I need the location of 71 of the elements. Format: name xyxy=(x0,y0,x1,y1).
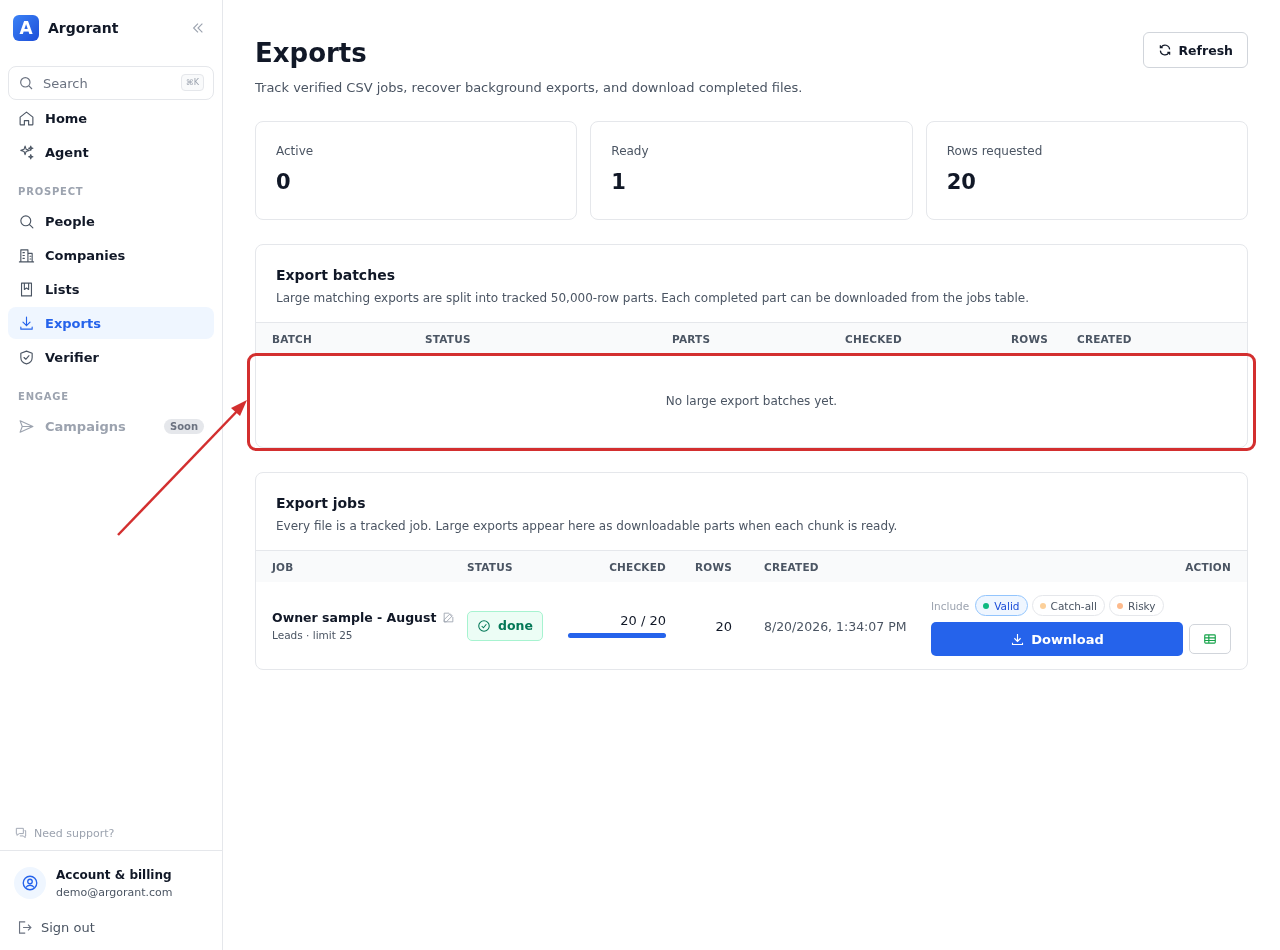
column-header: CHECKED xyxy=(608,560,666,573)
filter-chip[interactable]: Valid xyxy=(975,595,1028,616)
job-name: Owner sample - August xyxy=(272,610,437,625)
nav-icon xyxy=(18,246,35,264)
column-header: STATUS xyxy=(467,560,514,573)
logo-icon: A xyxy=(13,15,39,41)
stat-label: Active xyxy=(276,144,315,158)
nav-icon xyxy=(18,417,35,435)
edit-icon[interactable] xyxy=(442,611,456,624)
column-header: ACTION xyxy=(1184,560,1231,573)
column-header: CREATED xyxy=(763,560,820,573)
checked-count: 20 / 20 xyxy=(620,613,666,628)
section-heading: PROSPECT xyxy=(17,185,85,199)
sign-out-link[interactable]: Sign out xyxy=(8,909,214,942)
card-title: Export jobs xyxy=(276,495,367,511)
table-cell: 8/20/2026, 1:34:07 PM xyxy=(764,619,907,634)
column-header: CHECKED xyxy=(845,332,903,345)
download-icon xyxy=(1010,631,1026,647)
nav-item[interactable]: Lists xyxy=(8,273,214,305)
job-meta: Leads · limit 25 xyxy=(272,629,354,641)
card-description: Every file is a tracked job. Large exports appear here as downloadable parts when each chunk is ready. xyxy=(276,519,899,533)
empty-message: No large export batches yet. xyxy=(665,394,838,408)
filter-chip[interactable]: Risky xyxy=(1108,595,1164,616)
account-name[interactable]: Account & billing xyxy=(56,867,173,882)
nav-item[interactable]: People xyxy=(8,205,214,237)
refresh-icon xyxy=(1158,43,1173,57)
card-description: Large matching exports are split into tracked 50,000-row parts. Each completed part can be downloaded from the jobs table. xyxy=(276,291,1030,305)
table-cell: 20 xyxy=(715,619,732,634)
nav-icon xyxy=(18,212,35,230)
nav-item[interactable]: Verifier xyxy=(8,341,214,373)
page-subtitle: Track verified CSV jobs, recover background exports, and download completed files. xyxy=(255,80,803,95)
stat-value: 0 xyxy=(276,170,292,194)
nav-icon xyxy=(18,109,35,127)
spreadsheet-button[interactable] xyxy=(1189,624,1231,654)
nav-icon xyxy=(18,348,35,366)
chat-icon xyxy=(14,826,28,840)
include-label: Include xyxy=(931,599,970,612)
filter-chip[interactable]: Catch-all xyxy=(1031,595,1105,616)
account-email: demo@argorant.com xyxy=(56,885,173,899)
nav-item[interactable]: Exports xyxy=(8,307,214,339)
column-header: JOB xyxy=(272,560,295,573)
table-icon xyxy=(1203,632,1217,646)
nav-icon xyxy=(18,280,35,298)
page-title: Exports xyxy=(255,38,368,68)
stat-label: Rows requested xyxy=(946,144,1044,158)
nav-icon xyxy=(18,314,35,332)
account-avatar[interactable] xyxy=(14,867,46,899)
column-header: CREATED xyxy=(1077,332,1133,345)
status-badge: done xyxy=(467,610,543,641)
sign-out-icon xyxy=(16,919,33,936)
stat-label: Ready xyxy=(611,144,650,158)
download-button[interactable]: Download xyxy=(931,622,1183,656)
column-header: STATUS xyxy=(425,332,472,345)
card-title: Export batches xyxy=(276,267,396,283)
section-heading: ENGAGE xyxy=(17,390,70,404)
search-icon xyxy=(18,75,34,91)
column-header: PARTS xyxy=(672,332,712,345)
collapse-icon[interactable] xyxy=(191,21,205,35)
stat-value: 20 xyxy=(946,170,977,194)
stat-value: 1 xyxy=(611,170,627,194)
shortcut-hint: ⌘K xyxy=(180,74,204,91)
column-header: ROWS xyxy=(1011,332,1049,345)
nav-item[interactable]: Home xyxy=(8,102,214,134)
nav-icon xyxy=(18,143,35,161)
refresh-button[interactable]: Refresh xyxy=(1143,32,1248,68)
soon-badge: Soon xyxy=(163,418,204,434)
brand-name: Argorant xyxy=(48,20,120,36)
nav-item[interactable]: Companies xyxy=(8,239,214,271)
nav-item[interactable]: Agent xyxy=(8,136,214,168)
column-header: ROWS xyxy=(694,560,732,573)
column-header: BATCH xyxy=(272,332,313,345)
